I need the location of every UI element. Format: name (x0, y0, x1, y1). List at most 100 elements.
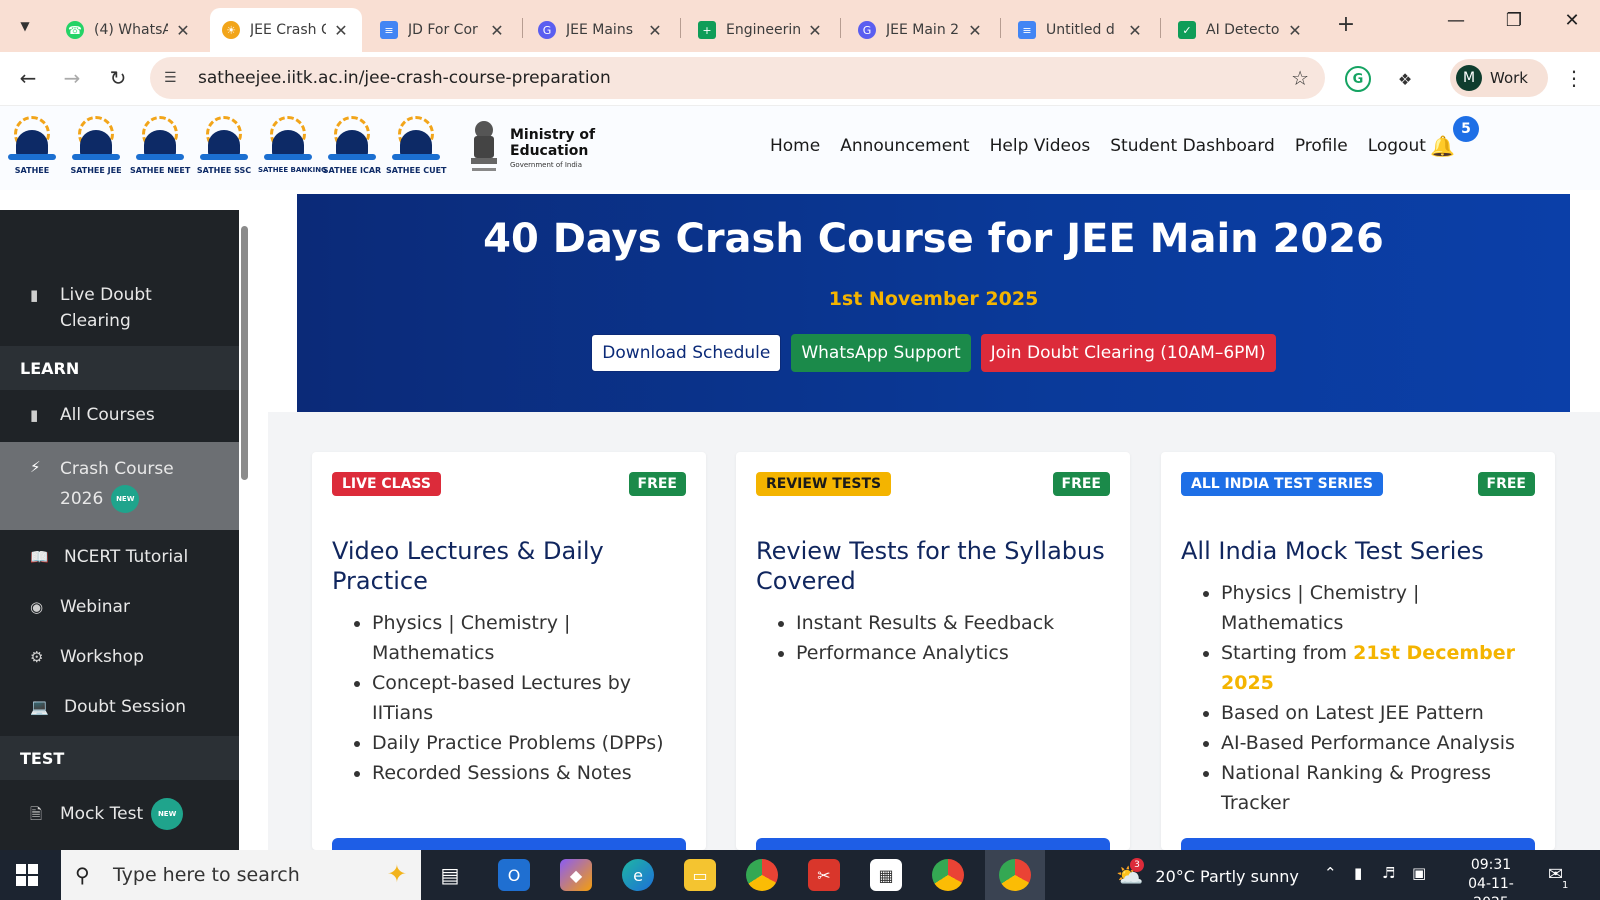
outlook-icon[interactable]: O (498, 859, 530, 891)
address-bar[interactable]: ☰ satheejee.iitk.ac.in/jee-crash-course-… (150, 57, 1325, 99)
ministry-of-education-logo[interactable]: Ministry of Education Government of Indi… (466, 120, 606, 180)
browser-tab[interactable]: + Engineerin ✕ (686, 8, 836, 52)
sidebar-scroll-thumb[interactable] (241, 226, 248, 480)
sidebar-section-learn: LEARN (0, 346, 239, 390)
close-icon[interactable]: ✕ (1286, 21, 1304, 40)
hero-actions: Download Schedule WhatsApp Support Join … (297, 334, 1570, 372)
tab-separator (1160, 18, 1161, 38)
grammarly-icon[interactable]: G (1345, 66, 1371, 92)
sheets-icon: + (698, 21, 716, 39)
bolt-icon: ⚡ (30, 458, 41, 476)
card-features: Instant Results & Feedback Performance A… (796, 608, 1116, 668)
bookmark-star-icon[interactable]: ☆ (1291, 66, 1309, 90)
download-schedule-button[interactable]: Download Schedule (591, 334, 782, 372)
sidebar-item-ncert-tutorial[interactable]: 📖 NCERT Tutorial (0, 544, 239, 580)
bell-icon[interactable]: 🔔 (1430, 134, 1455, 158)
forward-icon[interactable]: → (58, 66, 86, 90)
browser-tab[interactable]: ≡ Untitled d ✕ (1006, 8, 1156, 52)
volume-icon[interactable]: ♬ (1382, 864, 1395, 882)
sathee-cuet-logo[interactable]: SATHEE CUET (386, 114, 447, 184)
snipping-tool-icon[interactable]: ✂ (808, 859, 840, 891)
tab-search-button[interactable]: ▼ (8, 9, 42, 43)
sidebar-item-label: All Courses (60, 405, 155, 425)
close-icon[interactable]: ✕ (1126, 21, 1144, 40)
browser-tab[interactable]: ✓ AI Detecto ✕ (1166, 8, 1316, 52)
close-icon[interactable]: ✕ (332, 21, 350, 40)
system-clock[interactable]: 09:31 04-11-2025 (1456, 856, 1526, 900)
nav-profile[interactable]: Profile (1295, 136, 1348, 156)
chrome-work-icon[interactable] (999, 859, 1031, 891)
sidebar-item-mock-test[interactable]: 🗎 Mock Test NEW (0, 794, 239, 834)
chrome-icon[interactable] (746, 859, 778, 891)
minimize-icon[interactable]: — (1436, 10, 1476, 31)
close-icon[interactable]: ✕ (806, 21, 824, 40)
search-input[interactable]: Type here to search (113, 864, 300, 886)
sathee-jee-logo[interactable]: SATHEE JEE (66, 114, 126, 184)
sidebar-item-live-doubt-clearing[interactable]: ▮ Live Doubt Clearing (0, 282, 239, 342)
close-icon[interactable]: ✕ (174, 21, 192, 40)
whatsapp-support-button[interactable]: WhatsApp Support (791, 334, 971, 372)
tag-review-tests: REVIEW TESTS (756, 472, 892, 496)
join-doubt-clearing-button[interactable]: Join Doubt Clearing (10AM–6PM) (980, 334, 1276, 372)
file-icon: 🗎 (30, 805, 43, 823)
nav-help-videos[interactable]: Help Videos (990, 136, 1091, 156)
tab-separator (680, 18, 681, 38)
browser-tab[interactable]: ☎ (4) WhatsA ✕ (54, 8, 204, 52)
url-text[interactable]: satheejee.iitk.ac.in/jee-crash-course-pr… (198, 68, 611, 88)
card-review-tests: REVIEW TESTS FREE Review Tests for the S… (736, 452, 1130, 850)
file-explorer-icon[interactable]: ▭ (684, 859, 716, 891)
sathee-logo[interactable]: SATHEE (2, 114, 62, 184)
profile-button[interactable]: M Work (1450, 59, 1548, 97)
nav-home[interactable]: Home (770, 136, 820, 156)
extensions-icon[interactable]: ❖ (1392, 66, 1418, 92)
nav-student-dashboard[interactable]: Student Dashboard (1110, 136, 1275, 156)
list-item: Physics | Chemistry | Mathematics (372, 608, 692, 668)
sathee-banking-logo[interactable]: SATHEE BANKING (258, 114, 327, 184)
browser-tab[interactable]: G JEE Mains ✕ (526, 8, 676, 52)
card-action-button[interactable] (756, 838, 1110, 850)
back-icon[interactable]: ← (14, 66, 42, 90)
close-icon[interactable]: ✕ (646, 21, 664, 40)
new-tab-button[interactable]: + (1332, 12, 1360, 37)
sidebar-item-label: Webinar (60, 597, 130, 617)
close-window-icon[interactable]: ✕ (1552, 10, 1592, 31)
search-icon: ⚲ (75, 863, 90, 887)
sathee-neet-logo[interactable]: SATHEE NEET (130, 114, 190, 184)
sidebar-item-all-courses[interactable]: ▮ All Courses (0, 402, 239, 438)
battery-icon[interactable]: ▮ (1354, 864, 1362, 882)
card-action-button[interactable] (332, 838, 686, 850)
copilot-icon[interactable]: ◆ (560, 859, 592, 891)
microsoft-store-icon[interactable]: ▦ (870, 859, 902, 891)
sidebar-item-webinar[interactable]: ◉ Webinar (0, 594, 239, 630)
list-item: Recorded Sessions & Notes (372, 758, 692, 788)
restore-icon[interactable]: ❐ (1494, 10, 1534, 31)
browser-tab-strip: ▼ ☎ (4) WhatsA ✕ ☀ JEE Crash C ✕ ≡ JD Fo… (0, 0, 1600, 52)
close-icon[interactable]: ✕ (966, 21, 984, 40)
windows-start-icon[interactable] (16, 864, 38, 886)
chevron-up-icon[interactable]: ⌃ (1324, 864, 1337, 882)
tab-label: Untitled d (1046, 22, 1115, 38)
sidebar-item-crash-course-2026[interactable]: ⚡ Crash Course 2026 NEW (0, 442, 239, 530)
sidebar-item-workshop[interactable]: ⚙ Workshop (0, 644, 239, 680)
notification-center-icon[interactable]: ✉ (1548, 864, 1563, 885)
taskbar-search[interactable]: ⚲ Type here to search ✦ (61, 850, 421, 900)
close-icon[interactable]: ✕ (488, 21, 506, 40)
reload-icon[interactable]: ↻ (104, 66, 132, 90)
browser-tab[interactable]: ≡ JD For Cor ✕ (368, 8, 518, 52)
card-action-button[interactable] (1181, 838, 1535, 850)
nav-logout[interactable]: Logout (1368, 136, 1426, 156)
site-settings-icon[interactable]: ☰ (164, 70, 184, 86)
sathee-ssc-logo[interactable]: SATHEE SSC (194, 114, 254, 184)
browser-tab-active[interactable]: ☀ JEE Crash C ✕ (210, 8, 362, 52)
chrome-profile-icon[interactable] (932, 859, 964, 891)
sidebar-item-doubt-session[interactable]: 💻 Doubt Session (0, 694, 239, 730)
nav-announcement[interactable]: Announcement (840, 136, 969, 156)
menu-kebab-icon[interactable]: ⋮ (1564, 66, 1584, 90)
tab-label: JEE Main 2 (886, 22, 960, 38)
network-icon[interactable]: ▣ (1412, 864, 1426, 882)
tab-separator (840, 18, 841, 38)
edge-icon[interactable]: e (622, 859, 654, 891)
task-view-icon[interactable]: ▤ (434, 859, 466, 891)
browser-tab[interactable]: G JEE Main 2 ✕ (846, 8, 996, 52)
sathee-icar-logo[interactable]: SATHEE ICAR (322, 114, 382, 184)
